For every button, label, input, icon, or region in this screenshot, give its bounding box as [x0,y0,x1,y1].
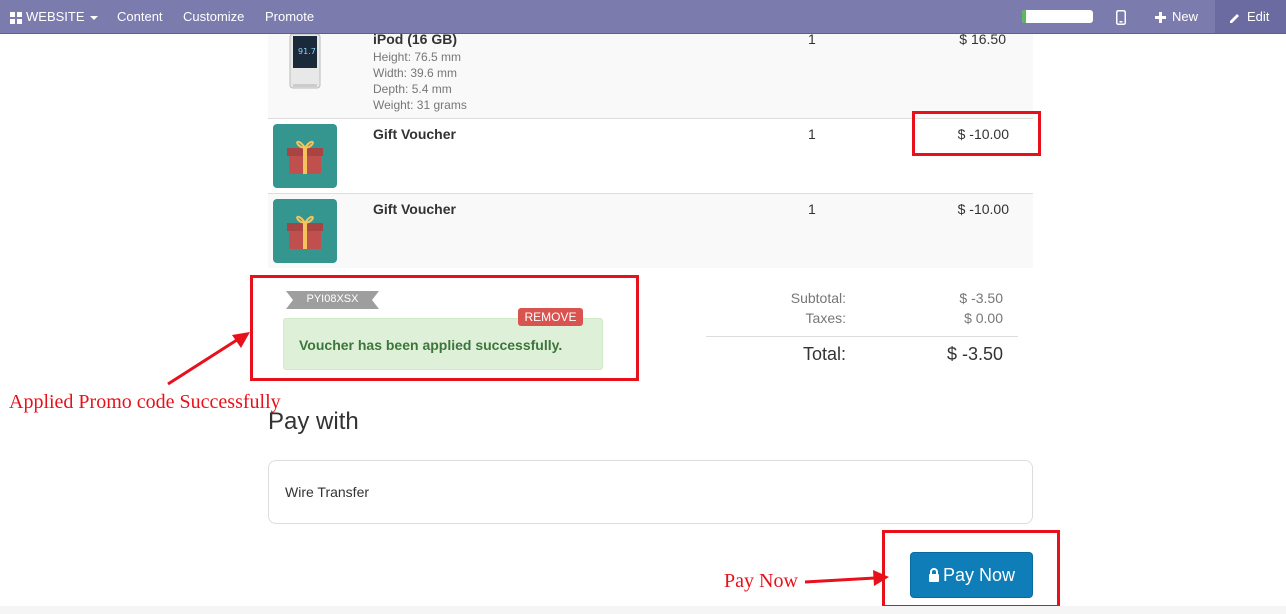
voucher-quantity: 1 [808,201,816,217]
product-name[interactable]: iPod (16 GB) [373,31,457,47]
voucher-price: $ -10.00 [957,201,1009,217]
promo-success-message: Voucher has been applied successfully. [299,337,563,353]
product-quantity: 1 [808,31,816,47]
taxes-label: Taxes: [805,310,846,326]
mobile-phone-icon [1116,10,1126,26]
lock-icon [928,568,939,582]
website-menu-label: WEBSITE [26,9,85,24]
voucher-name[interactable]: Gift Voucher [373,201,456,217]
annotation-arrow-pay [804,570,889,586]
pay-now-label: Pay Now [942,565,1016,585]
pay-with-heading: Pay with [268,408,359,435]
website-editor-bar: WEBSITE Content Customize Promote New Ed… [0,0,1286,34]
gift-icon [273,124,337,188]
menu-promote[interactable]: Promote [265,0,314,33]
product-price: $ 16.50 [959,31,1006,47]
svg-text:91.7: 91.7 [298,47,316,56]
product-weight: Weight: 31 grams [373,98,467,112]
progress-bar [1022,10,1093,23]
edit-button[interactable]: Edit [1229,0,1269,33]
menu-content[interactable]: Content [117,0,163,33]
subtotal-label: Subtotal: [790,290,846,306]
payment-option-wire-transfer[interactable]: Wire Transfer [285,484,369,500]
subtotal-value: $ -3.50 [959,290,1003,306]
taxes-value: $ 0.00 [964,310,1003,326]
promo-code-tag: PYI08XSX [286,291,379,309]
voucher-name[interactable]: Gift Voucher [373,126,456,142]
new-button-label: New [1172,9,1199,24]
total-label: Total: [802,344,846,364]
gift-icon [273,199,337,263]
menu-customize[interactable]: Customize [183,0,244,33]
payment-method-panel[interactable]: Wire Transfer [268,460,1033,524]
product-width: Width: 39.6 mm [373,66,458,80]
product-height: Height: 76.5 mm [373,50,462,64]
pay-now-button[interactable]: Pay Now [910,552,1033,598]
annotation-arrow-promo [167,332,250,386]
progress-bar-fill [1022,10,1026,23]
remove-promo-button[interactable]: REMOVE [518,308,583,326]
edit-button-label: Edit [1247,9,1270,24]
caret-down-icon [89,15,98,20]
summary-divider [706,336,1018,337]
ipod-image: 91.7 [289,34,321,89]
plus-icon [1155,12,1166,24]
annotation-promo-applied: Applied Promo code Successfully [9,391,281,413]
mobile-preview-button[interactable] [1116,0,1126,33]
new-button[interactable]: New [1155,0,1198,33]
website-menu[interactable]: WEBSITE [10,0,98,33]
total-value: $ -3.50 [946,344,1003,364]
pencil-icon [1230,13,1239,23]
footer-strip [0,606,1286,614]
highlight-voucher-price [912,111,1041,156]
voucher-quantity: 1 [808,126,816,142]
promo-code-text: PYI08XSX [306,293,359,305]
apps-grid-icon [10,11,22,24]
annotation-pay-now: Pay Now [724,570,798,592]
product-depth: Depth: 5.4 mm [373,82,452,96]
